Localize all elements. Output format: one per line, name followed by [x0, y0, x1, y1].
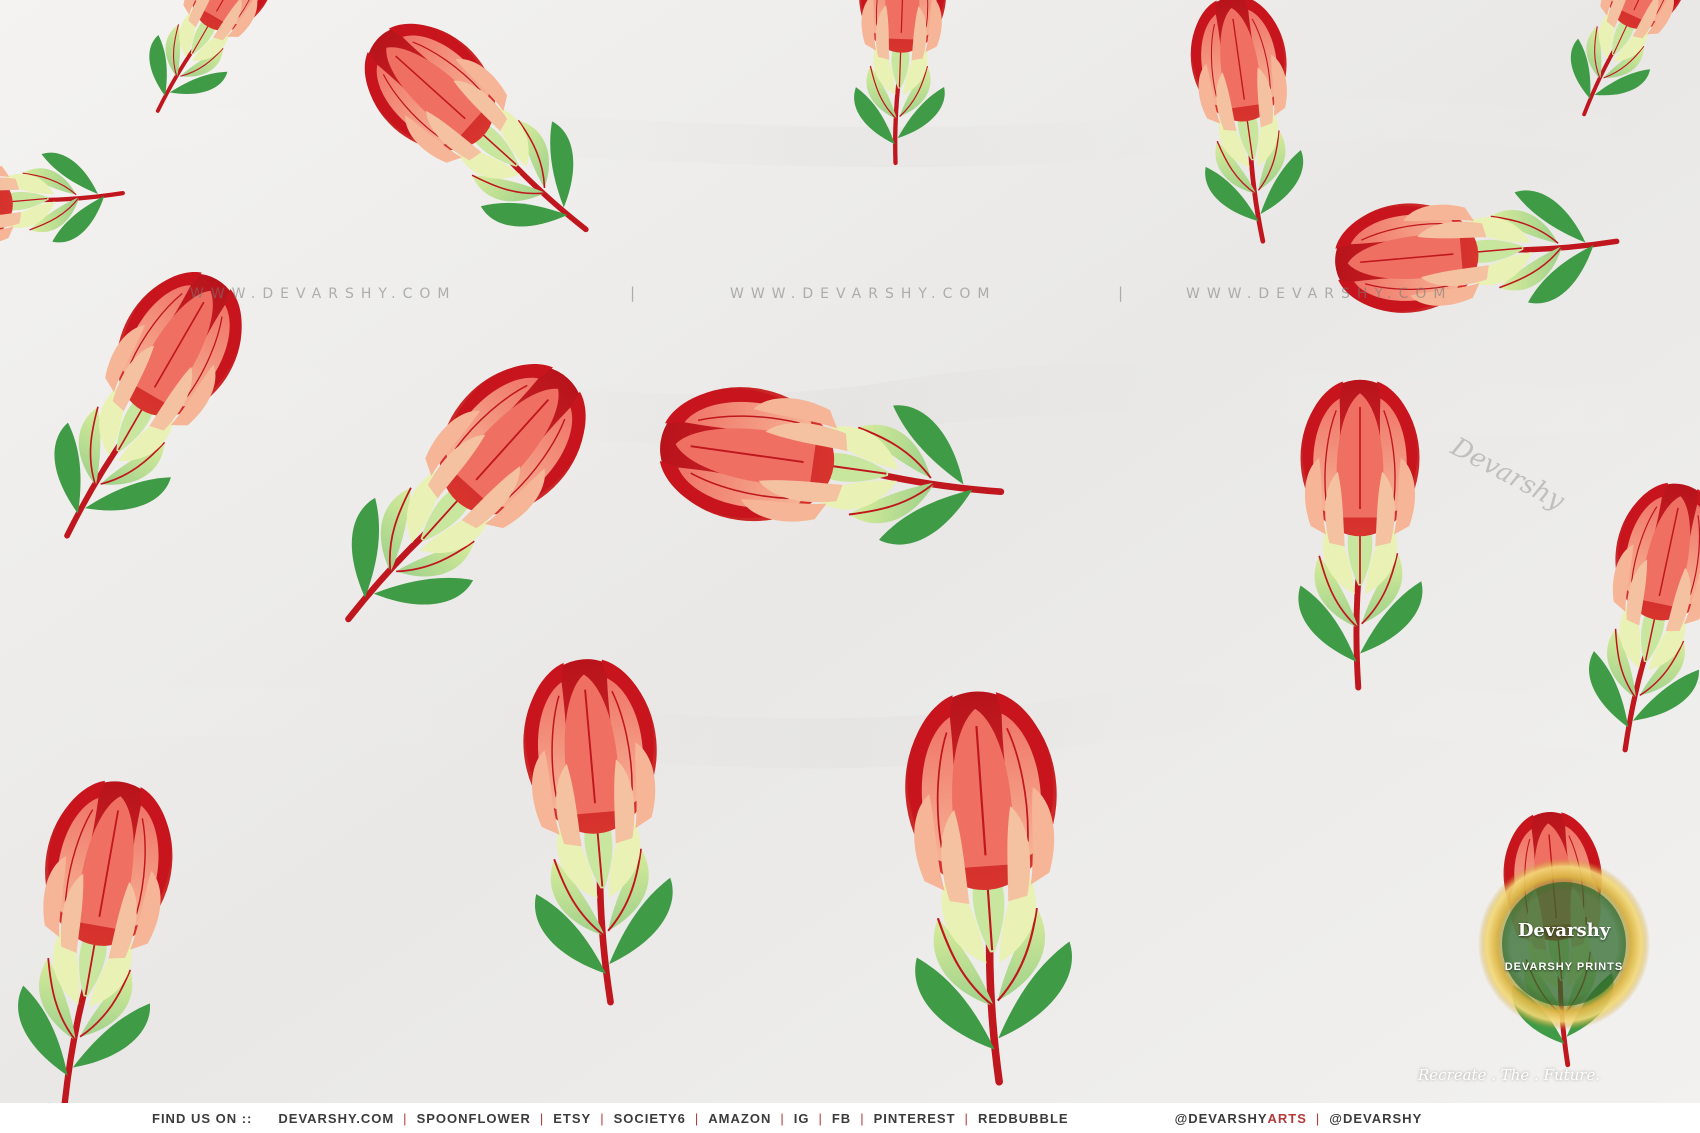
watermark-text: WWW.DEVARSHY.COM — [730, 286, 997, 302]
footer-link-pinterest[interactable]: PINTEREST — [874, 1111, 956, 1126]
footer-separator: | — [694, 1110, 700, 1126]
footer-link-fb[interactable]: FB — [832, 1111, 851, 1126]
footer-separator: | — [780, 1110, 785, 1126]
footer-link-etsy[interactable]: ETSY — [553, 1111, 591, 1126]
protea-pattern-svg — [0, 0, 1700, 1133]
footer-link-amazon[interactable]: AMAZON — [708, 1111, 771, 1126]
brand-badge: Devarshy DEVARSHY PRINTS — [1478, 858, 1650, 1030]
handle-main-suffix[interactable]: ARTS — [1268, 1111, 1307, 1126]
footer-link-redbubble[interactable]: REDBUBBLE — [978, 1111, 1069, 1126]
footer-link-devarshy[interactable]: DEVARSHY.COM — [278, 1111, 394, 1126]
watermark-text: WWW.DEVARSHY.COM — [1186, 286, 1453, 302]
footer-link-society6[interactable]: SOCIETY6 — [614, 1111, 686, 1126]
watermark-text: WWW.DEVARSHY.COM — [190, 286, 457, 302]
tagline: Recreate . The . Future. — [1418, 1066, 1601, 1084]
watermark-separator: | — [630, 284, 636, 302]
footer-separator: | — [818, 1110, 823, 1126]
footer-separator: | — [1315, 1110, 1321, 1126]
footer-link-spoonflower[interactable]: SPOONFLOWER — [417, 1111, 531, 1126]
social-handles: @DEVARSHY ARTS | @DEVARSHY — [1175, 1111, 1423, 1126]
footer-separator: | — [860, 1110, 865, 1126]
handle-main-prefix[interactable]: @DEVARSHY — [1175, 1111, 1268, 1126]
footer-link-ig[interactable]: IG — [794, 1111, 810, 1126]
footer-separator: | — [600, 1110, 605, 1126]
footer-separator: | — [403, 1110, 408, 1126]
find-us-label: FIND US ON :: — [152, 1110, 253, 1126]
footer-separator: | — [539, 1110, 545, 1126]
watermark-separator: | — [1118, 284, 1124, 302]
badge-subtitle: DEVARSHY PRINTS — [1504, 961, 1624, 973]
handle-second[interactable]: @DEVARSHY — [1329, 1111, 1422, 1126]
watermark-row: WWW.DEVARSHY.COM | WWW.DEVARSHY.COM | WW… — [0, 282, 1700, 312]
footer-separator: | — [964, 1110, 969, 1126]
footer-bar: FIND US ON :: DEVARSHY.COM | SPOONFLOWER… — [0, 1103, 1700, 1133]
badge-name: Devarshy — [1517, 920, 1611, 941]
fabric-pattern-canvas: WWW.DEVARSHY.COM | WWW.DEVARSHY.COM | WW… — [0, 0, 1700, 1133]
